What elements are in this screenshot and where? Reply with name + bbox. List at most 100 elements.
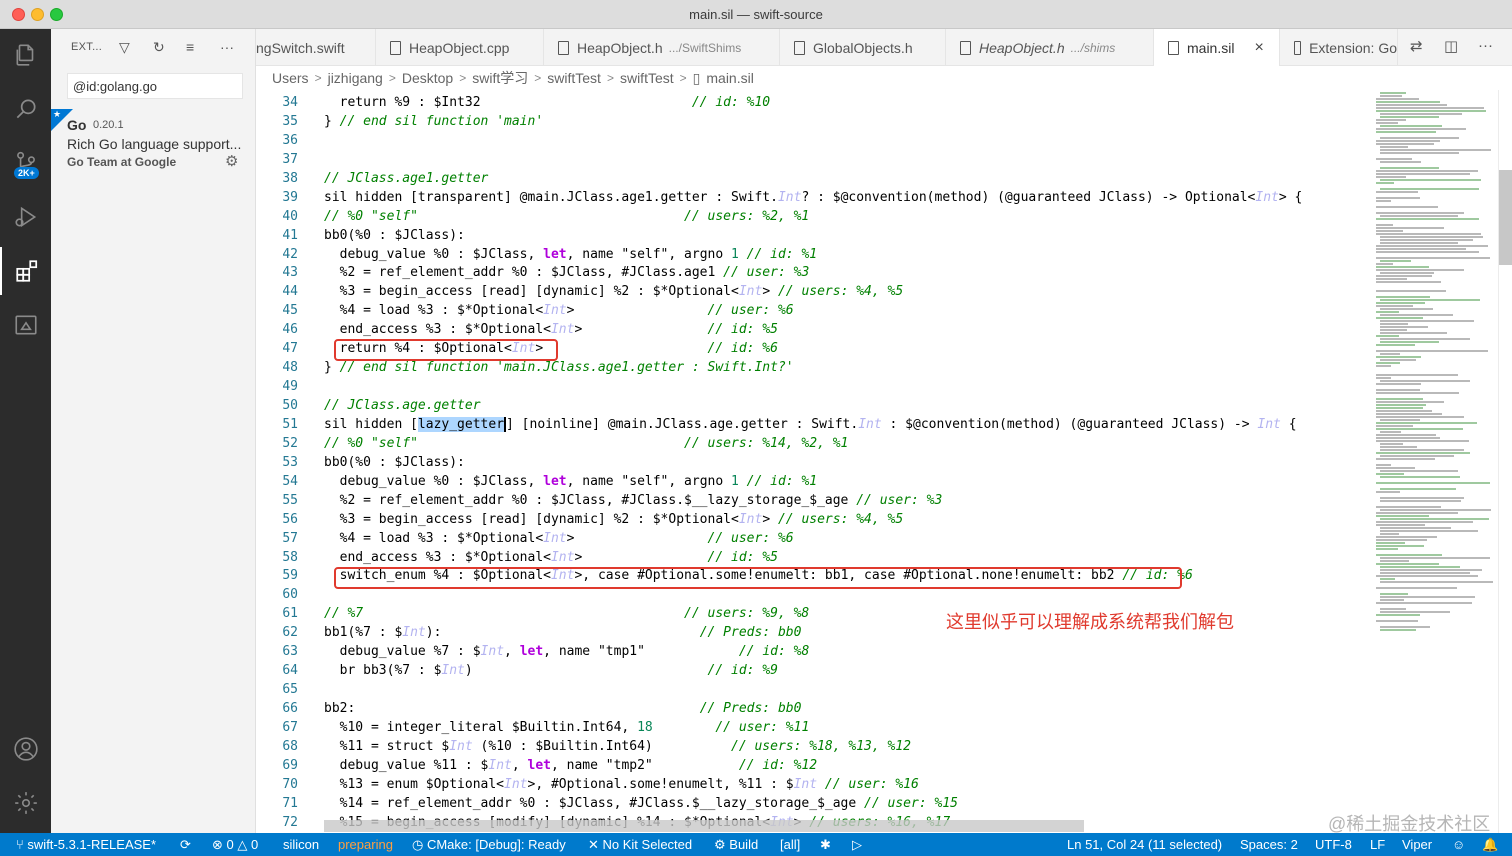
minimap-line [1380, 476, 1460, 478]
breadcrumb-item[interactable]: Desktop [402, 70, 453, 86]
code-line[interactable]: %2 = ref_element_addr %0 : $JClass, #JCl… [324, 492, 1364, 511]
code-line[interactable]: } // end sil function 'main.JClass.age1.… [324, 359, 1364, 378]
code-line[interactable]: %4 = load %3 : $*Optional<Int> // user: … [324, 302, 1364, 321]
tab-heapobject-h-shims[interactable]: HeapObject.h .../shims [946, 29, 1154, 66]
remote-explorer-icon[interactable] [0, 301, 51, 349]
minimap[interactable] [1370, 90, 1498, 833]
code-line[interactable]: // %0 "self" // users: %2, %1 [324, 208, 1364, 227]
breadcrumb: Users > jizhigang > Desktop > swift学习 > swif… [256, 66, 1512, 90]
code-line[interactable]: %13 = enum $Optional<Int>, #Optional.som… [324, 776, 1364, 795]
code-line[interactable] [324, 132, 1364, 151]
code-line[interactable]: sil hidden [lazy_getter] [noinline] @mai… [324, 416, 1364, 435]
tab-heapobject-h-swiftshims[interactable]: HeapObject.h .../SwiftShims [544, 29, 780, 66]
tab-globalobjects-h[interactable]: GlobalObjects.h [780, 29, 946, 66]
code-line[interactable] [324, 681, 1364, 700]
code-line[interactable] [324, 586, 1364, 605]
code-token: %3 = begin_access [read] [dynamic] %2 : … [324, 284, 739, 300]
problems-status[interactable]: ⊗ 0 △ 0 [212, 837, 258, 853]
chevron-right-icon: > [388, 71, 396, 85]
build-button[interactable]: ⚙ Build [714, 837, 758, 853]
code-line[interactable]: // JClass.age1.getter [324, 170, 1364, 189]
encoding[interactable]: UTF-8 [1315, 837, 1352, 852]
minimap-line [1376, 410, 1432, 412]
kit-status[interactable]: ✕ No Kit Selected [588, 837, 692, 853]
code-line[interactable]: %14 = ref_element_addr %0 : $JClass, #JC… [324, 795, 1364, 814]
code-line[interactable]: bb0(%0 : $JClass): [324, 227, 1364, 246]
tab-main-sil[interactable]: main.sil × [1154, 29, 1280, 67]
code-line[interactable]: return %9 : $Int32 // id: %10 [324, 94, 1364, 113]
source-control-icon[interactable] [0, 139, 51, 187]
minimap-line [1376, 176, 1406, 178]
extension-list-item[interactable]: ★ Go 0.20.1 Rich Go language support... … [51, 109, 256, 173]
code-line[interactable]: end_access %3 : $*Optional<Int> // id: %… [324, 321, 1364, 340]
tab-extension-go[interactable]: Extension: Go [1280, 29, 1398, 66]
extension-gear-icon[interactable]: ⚙ [225, 152, 238, 170]
feedback-icon[interactable]: ☺ [1452, 837, 1465, 852]
language-mode[interactable]: Viper [1402, 837, 1432, 852]
split-editor-icon[interactable]: ◫ [1444, 37, 1458, 55]
refresh-icon[interactable]: ↻ [153, 39, 165, 56]
run-icon[interactable]: ▷ [852, 837, 862, 853]
breadcrumb-item[interactable]: swift学习 [472, 68, 528, 88]
more-actions-icon[interactable]: ··· [220, 39, 234, 55]
platform-status[interactable]: silicon [283, 837, 319, 852]
close-tab-icon[interactable]: × [1254, 39, 1263, 57]
horizontal-scrollbar[interactable] [324, 820, 1084, 832]
breadcrumb-item[interactable]: Users [272, 70, 309, 86]
sync-icon[interactable]: ⟳ [180, 837, 191, 853]
more-actions-icon[interactable]: ··· [1478, 37, 1493, 54]
code-token: // Preds: bb0 [699, 701, 802, 716]
code-line[interactable]: debug_value %0 : $JClass, let, name "sel… [324, 246, 1364, 265]
code-line[interactable]: bb2: // Preds: bb0 [324, 700, 1364, 719]
debug-icon[interactable]: ✱ [820, 837, 831, 853]
code-line[interactable]: end_access %3 : $*Optional<Int> // id: %… [324, 549, 1364, 568]
search-icon[interactable] [0, 85, 51, 133]
notifications-icon[interactable]: 🔔 [1482, 837, 1498, 853]
breadcrumb-item[interactable]: swiftTest [547, 70, 601, 86]
code-line[interactable]: %10 = integer_literal $Builtin.Int64, 18… [324, 719, 1364, 738]
code-line[interactable] [324, 151, 1364, 170]
run-debug-icon[interactable] [0, 193, 51, 241]
tab-ngswitch[interactable]: ngSwitch.swift [256, 29, 376, 66]
code-line[interactable]: %11 = struct $Int (%10 : $Builtin.Int64)… [324, 738, 1364, 757]
filter-icon[interactable]: ▽ [119, 39, 130, 56]
code-editor[interactable]: 34 35 36 37 38 39 40 41 42 43 44 45 46 47 48 49 50 51 52 53… [256, 90, 1512, 833]
compare-icon[interactable]: ⇄ [1410, 37, 1423, 55]
code-token: // end sil function 'main' [339, 113, 544, 129]
code-line[interactable]: debug_value %0 : $JClass, let, name "sel… [324, 473, 1364, 492]
build-target[interactable]: [all] [780, 837, 800, 852]
breadcrumb-item[interactable]: jizhigang [328, 70, 383, 86]
code-line[interactable]: debug_value %11 : $Int, let, name "tmp2"… [324, 757, 1364, 776]
settings-gear-icon[interactable] [0, 779, 51, 827]
code-line[interactable]: %3 = begin_access [read] [dynamic] %2 : … [324, 511, 1364, 530]
code-line[interactable]: %4 = load %3 : $*Optional<Int> // user: … [324, 530, 1364, 549]
scrollbar-thumb[interactable] [1499, 170, 1512, 265]
code-line[interactable]: br bb3(%7 : $Int) // id: %9 [324, 662, 1364, 681]
indentation[interactable]: Spaces: 2 [1240, 837, 1298, 852]
code-line[interactable]: debug_value %7 : $Int, let, name "tmp1" … [324, 643, 1364, 662]
code-line[interactable]: %2 = ref_element_addr %0 : $JClass, #JCl… [324, 264, 1364, 283]
line-number: 40 [282, 208, 298, 224]
branch-status[interactable]: ⑂ swift-5.3.1-RELEASE* [16, 837, 156, 852]
code-line[interactable]: // %0 "self" // users: %14, %2, %1 [324, 435, 1364, 454]
cmake-status[interactable]: ◷ CMake: [Debug]: Ready [412, 837, 566, 853]
cursor-position[interactable]: Ln 51, Col 24 (11 selected) [1067, 837, 1222, 852]
extension-search-input[interactable]: @id:golang.go [67, 73, 243, 99]
status-bar: ⑂ swift-5.3.1-RELEASE* ⟳ ⊗ 0 △ 0 silicon… [0, 833, 1512, 856]
code-lines[interactable]: return %9 : $Int32 // id: %10} // end si… [324, 94, 1364, 833]
code-line[interactable]: %3 = begin_access [read] [dynamic] %2 : … [324, 283, 1364, 302]
code-line[interactable]: } // end sil function 'main' [324, 113, 1364, 132]
code-line[interactable]: // JClass.age.getter [324, 397, 1364, 416]
explorer-icon[interactable] [0, 31, 51, 79]
code-line[interactable]: bb0(%0 : $JClass): [324, 454, 1364, 473]
tab-heapobject-cpp[interactable]: HeapObject.cpp [376, 29, 544, 66]
code-line[interactable] [324, 378, 1364, 397]
extensions-icon[interactable] [0, 247, 51, 295]
clear-icon[interactable]: ≡ [186, 39, 194, 55]
end-of-line[interactable]: LF [1370, 837, 1385, 852]
account-icon[interactable] [0, 725, 51, 773]
breadcrumb-item[interactable]: main.sil [706, 70, 753, 86]
breadcrumb-item[interactable]: swiftTest [620, 70, 674, 86]
code-line[interactable]: sil hidden [transparent] @main.JClass.ag… [324, 189, 1364, 208]
